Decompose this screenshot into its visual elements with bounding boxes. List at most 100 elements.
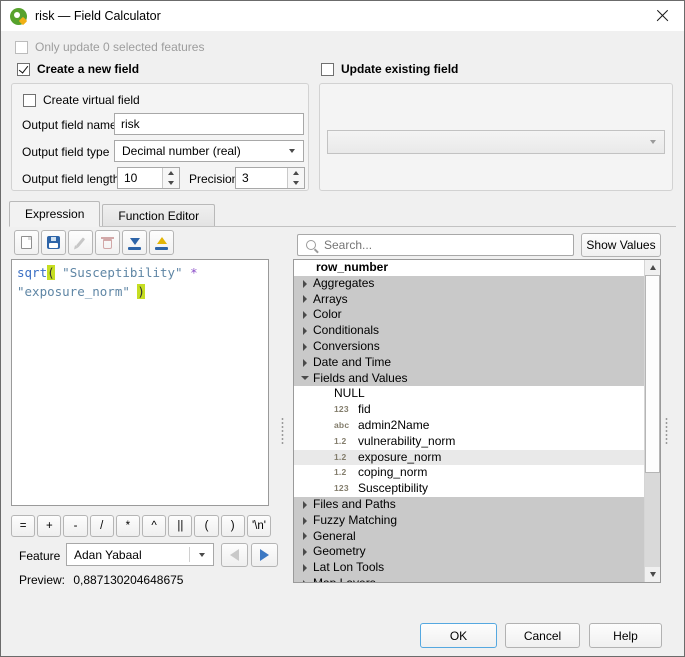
tree-item-exposure-norm[interactable]: 1.2exposure_norm <box>294 450 644 466</box>
spin-buttons[interactable] <box>162 168 179 188</box>
operator-button-symbol[interactable]: / <box>90 515 114 537</box>
ok-button[interactable]: OK <box>420 623 497 648</box>
expression-token: ) <box>137 284 145 299</box>
operator-button-symbol[interactable]: ) <box>221 515 245 537</box>
create-virtual-field-label: Create virtual field <box>43 93 140 107</box>
output-field-type-combobox[interactable]: Decimal number (real) <box>114 140 304 162</box>
expand-arrow-icon[interactable] <box>296 295 313 303</box>
update-existing-field-checkbox[interactable]: Update existing field <box>321 62 458 76</box>
title-bar: risk — Field Calculator <box>1 1 684 31</box>
search-input[interactable] <box>297 234 574 256</box>
scrollbar-up-button[interactable] <box>645 260 660 275</box>
tree-item-null[interactable]: NULL <box>294 386 644 402</box>
operator-button-symbol[interactable]: + <box>37 515 61 537</box>
spin-up-icon <box>163 168 179 178</box>
output-field-length-value: 10 <box>124 171 137 185</box>
tree-row-label: Date and Time <box>313 355 391 371</box>
tree-item-susceptibility[interactable]: 123Susceptibility <box>294 481 644 497</box>
expand-arrow-icon[interactable] <box>296 280 313 288</box>
delete-expression-button <box>95 230 120 255</box>
tree-group-geometry[interactable]: Geometry <box>294 544 644 560</box>
field-type-icon-1-2: 1.2 <box>334 450 358 466</box>
scrollbar-track[interactable] <box>645 473 660 567</box>
help-button[interactable]: Help <box>589 623 662 648</box>
tree-row-label: coping_norm <box>358 465 427 481</box>
save-expression-button[interactable] <box>41 230 66 255</box>
create-new-field-label: Create a new field <box>37 62 139 76</box>
cancel-label: Cancel <box>524 629 561 643</box>
operator-button-n[interactable]: '\n' <box>247 515 271 537</box>
tree-item-admin2name[interactable]: abcadmin2Name <box>294 418 644 434</box>
expand-arrow-icon[interactable] <box>296 517 313 525</box>
tree-group-conditionals[interactable]: Conditionals <box>294 323 644 339</box>
tree-item-row-number[interactable]: row_number <box>294 260 644 276</box>
existing-field-combobox <box>327 130 665 154</box>
feature-value: Adan Yabaal <box>74 548 142 562</box>
expand-arrow-icon[interactable] <box>296 327 313 335</box>
new-expression-button[interactable] <box>14 230 39 255</box>
operator-button-symbol[interactable]: * <box>116 515 140 537</box>
expand-arrow-icon[interactable] <box>296 548 313 556</box>
create-virtual-field-checkbox[interactable]: Create virtual field <box>23 93 140 107</box>
expand-arrow-icon[interactable] <box>296 501 313 509</box>
pencil-icon <box>76 237 85 247</box>
tree-group-map-layers[interactable]: Map Layers <box>294 576 644 582</box>
tree-group-general[interactable]: General <box>294 529 644 545</box>
operator-button-symbol[interactable]: - <box>63 515 87 537</box>
tree-item-coping-norm[interactable]: 1.2coping_norm <box>294 465 644 481</box>
export-arrow-icon <box>154 236 169 250</box>
tree-row-label: Arrays <box>313 292 348 308</box>
expand-arrow-icon[interactable] <box>296 359 313 367</box>
precision-spinbox[interactable]: 3 <box>235 167 305 189</box>
operator-button-symbol[interactable]: ^ <box>142 515 166 537</box>
expand-arrow-icon[interactable] <box>296 564 313 572</box>
tree-group-fields-and-values[interactable]: Fields and Values <box>294 371 644 387</box>
right-splitter-handle[interactable] <box>664 417 669 445</box>
operator-buttons-row: =+-/*^||()'\n' <box>11 515 271 537</box>
field-calculator-dialog: risk — Field Calculator Only update 0 se… <box>0 0 685 657</box>
output-field-name-input[interactable] <box>114 113 304 135</box>
output-field-length-spinbox[interactable]: 10 <box>117 167 180 189</box>
feature-combobox[interactable]: Adan Yabaal <box>66 543 214 566</box>
cancel-button[interactable]: Cancel <box>505 623 580 648</box>
close-button[interactable] <box>640 1 684 30</box>
tree-scrollbar[interactable] <box>644 260 660 582</box>
create-new-field-checkbox[interactable]: Create a new field <box>17 62 139 76</box>
operator-button-symbol[interactable]: || <box>168 515 192 537</box>
tree-group-fuzzy-matching[interactable]: Fuzzy Matching <box>294 513 644 529</box>
tree-row-label: Fuzzy Matching <box>313 513 397 529</box>
tab-function-editor[interactable]: Function Editor <box>102 204 215 226</box>
import-expression-button[interactable] <box>122 230 147 255</box>
collapse-arrow-icon[interactable] <box>296 376 313 380</box>
tree-group-color[interactable]: Color <box>294 307 644 323</box>
tree-row-label: Files and Paths <box>313 497 396 513</box>
chevron-down-icon <box>650 140 656 144</box>
expand-arrow-icon[interactable] <box>296 343 313 351</box>
tree-item-fid[interactable]: 123fid <box>294 402 644 418</box>
update-field-groupbox <box>319 83 673 191</box>
tree-group-conversions[interactable]: Conversions <box>294 339 644 355</box>
left-splitter-handle[interactable] <box>280 417 285 445</box>
export-expression-button[interactable] <box>149 230 174 255</box>
expression-token <box>183 265 191 280</box>
tree-group-arrays[interactable]: Arrays <box>294 292 644 308</box>
expression-editor[interactable]: sqrt( "Susceptibility" * "exposure_norm"… <box>11 259 269 506</box>
qgis-logo-icon <box>10 8 27 25</box>
expand-arrow-icon[interactable] <box>296 580 313 582</box>
spin-buttons[interactable] <box>287 168 304 188</box>
expand-arrow-icon[interactable] <box>296 532 313 540</box>
operator-button-symbol[interactable]: ( <box>194 515 218 537</box>
operator-button-symbol[interactable]: = <box>11 515 35 537</box>
tree-group-lat-lon-tools[interactable]: Lat Lon Tools <box>294 560 644 576</box>
tree-group-date-and-time[interactable]: Date and Time <box>294 355 644 371</box>
tab-expression[interactable]: Expression <box>9 201 100 227</box>
tree-group-files-and-paths[interactable]: Files and Paths <box>294 497 644 513</box>
floppy-disk-icon <box>47 236 60 249</box>
expand-arrow-icon[interactable] <box>296 311 313 319</box>
tree-item-vulnerability-norm[interactable]: 1.2vulnerability_norm <box>294 434 644 450</box>
next-feature-button[interactable] <box>251 543 278 567</box>
scrollbar-down-button[interactable] <box>645 567 660 582</box>
tree-group-aggregates[interactable]: Aggregates <box>294 276 644 292</box>
show-values-button[interactable]: Show Values <box>581 233 661 257</box>
scrollbar-thumb[interactable] <box>645 275 660 473</box>
